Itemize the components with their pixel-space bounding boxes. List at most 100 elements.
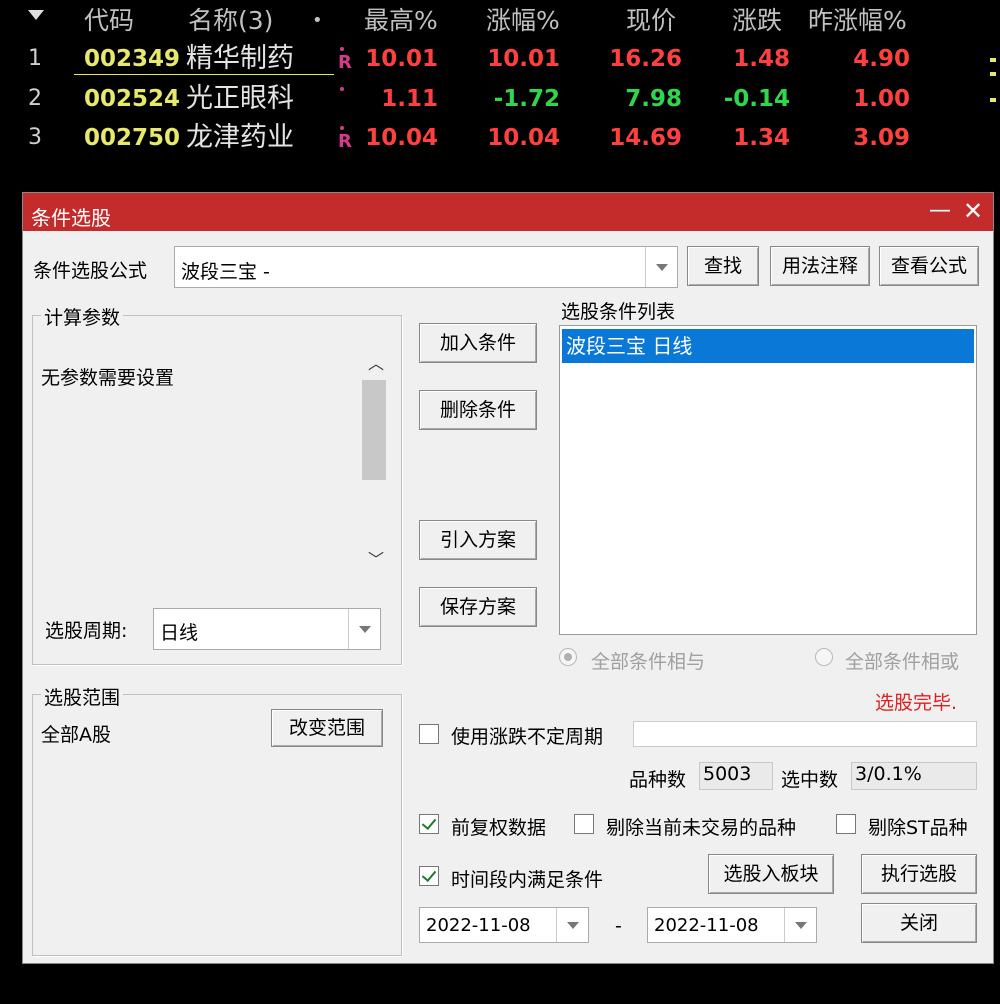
price: 16.26: [609, 46, 682, 72]
chevron-down-icon[interactable]: [348, 609, 380, 649]
scope-value: 全部A股: [41, 724, 111, 746]
date-to-value: 2022-11-08: [654, 915, 759, 936]
exclude-st-label: 剔除ST品种: [868, 817, 968, 839]
forward-adjust-checkbox[interactable]: [419, 814, 439, 834]
execute-button[interactable]: 执行选股: [861, 854, 977, 894]
scope-group-title: 选股范围: [41, 683, 124, 710]
date-from-picker[interactable]: 2022-11-08: [419, 907, 589, 943]
count-label: 品种数: [629, 769, 687, 791]
mark-dot-icon: [340, 126, 344, 130]
row-edge-marker: [990, 98, 996, 102]
variable-period-input[interactable]: [633, 721, 977, 747]
high-pct: 10.04: [365, 125, 438, 151]
col-header-dot: •: [312, 10, 323, 31]
radio-all-or-label: 全部条件相或: [845, 651, 960, 673]
col-header-prev-change-pct[interactable]: 昨涨幅%: [808, 8, 907, 33]
dialog-titlebar[interactable]: 条件选股 — ✕: [23, 193, 993, 231]
col-header-name[interactable]: 名称(3): [188, 8, 273, 33]
chevron-down-icon[interactable]: ﹀: [368, 546, 384, 570]
add-condition-button[interactable]: 加入条件: [419, 323, 537, 363]
row-edge-marker: [990, 72, 996, 76]
exclude-untraded-label: 剔除当前未交易的品种: [606, 817, 797, 839]
delete-condition-button[interactable]: 删除条件: [419, 390, 537, 430]
stock-code: 002750: [84, 125, 181, 151]
dialog-title: 条件选股: [31, 206, 111, 230]
mark-dot-icon: [340, 47, 344, 51]
add-to-block-button[interactable]: 选股入板块: [708, 854, 834, 894]
formula-label: 条件选股公式: [33, 260, 148, 282]
mark-dot-icon: [340, 87, 344, 91]
list-item[interactable]: 波段三宝 日线: [562, 329, 974, 363]
formula-select[interactable]: 波段三宝 -: [174, 246, 678, 288]
exclude-st-checkbox[interactable]: [836, 814, 856, 834]
chevron-down-icon[interactable]: [556, 908, 588, 942]
col-header-price[interactable]: 现价: [626, 8, 676, 33]
view-formula-button[interactable]: 查看公式: [879, 246, 979, 286]
change-scope-button[interactable]: 改变范围: [271, 709, 383, 747]
close-button[interactable]: 关闭: [861, 903, 977, 943]
stock-table: 代码 名称(3) • 最高% 涨幅% 现价 涨跌 昨涨幅% 1 002349 精…: [0, 0, 1000, 160]
period-label: 选股周期:: [45, 620, 128, 642]
forward-adjust-label: 前复权数据: [451, 817, 547, 839]
chevron-up-icon[interactable]: ︿: [368, 350, 384, 374]
chevron-down-icon[interactable]: [784, 908, 816, 942]
import-plan-button[interactable]: 引入方案: [419, 520, 537, 560]
change: 1.48: [733, 46, 790, 72]
stock-name: 龙津药业: [186, 122, 294, 153]
find-button[interactable]: 查找: [687, 246, 759, 286]
exclude-untraded-checkbox[interactable]: [574, 814, 594, 834]
price: 7.98: [625, 86, 682, 112]
r-badge-icon: R: [338, 131, 352, 152]
time-range-label: 时间段内满足条件: [451, 869, 604, 891]
col-header-change[interactable]: 涨跌: [732, 8, 782, 33]
radio-all-and[interactable]: [559, 648, 577, 666]
high-pct: 1.11: [381, 86, 438, 112]
minimize-icon[interactable]: —: [927, 197, 953, 225]
condition-stock-picker-dialog: 条件选股 — ✕ 条件选股公式 波段三宝 - 查找 用法注释 查看公式 无参数需…: [22, 192, 994, 964]
price: 14.69: [609, 125, 682, 151]
high-pct: 10.01: [365, 46, 438, 72]
time-range-checkbox[interactable]: [419, 866, 439, 886]
close-icon[interactable]: ✕: [959, 197, 987, 225]
status-text: 选股完毕.: [875, 692, 958, 714]
change: -0.14: [723, 86, 790, 112]
period-select[interactable]: 日线: [153, 608, 381, 650]
params-group: 无参数需要设置 ︿ ﹀ 选股周期: 日线: [32, 315, 402, 665]
change-pct: -1.72: [493, 86, 560, 112]
radio-all-and-label: 全部条件相与: [591, 651, 706, 673]
col-header-change-pct[interactable]: 涨幅%: [486, 8, 560, 33]
prev-change-pct: 1.00: [853, 86, 910, 112]
params-group-title: 计算参数: [41, 303, 124, 330]
col-header-high-pct[interactable]: 最高%: [364, 8, 438, 33]
row-index: 2: [28, 86, 42, 111]
change-pct: 10.04: [487, 125, 560, 151]
radio-all-or[interactable]: [815, 648, 833, 666]
scope-group: 全部A股 改变范围: [32, 694, 402, 956]
r-badge-icon: R: [338, 52, 352, 73]
col-header-code[interactable]: 代码: [84, 8, 134, 33]
period-value: 日线: [160, 622, 199, 644]
use-variable-period-label: 使用涨跌不定周期: [451, 726, 604, 748]
prev-change-pct: 4.90: [853, 46, 910, 72]
scrollbar-thumb[interactable]: [362, 380, 386, 480]
sort-arrow-icon[interactable]: [28, 10, 44, 20]
stock-name: 精华制药: [186, 43, 294, 74]
row-index: 3: [28, 125, 42, 150]
condition-list[interactable]: 波段三宝 日线: [559, 325, 977, 635]
params-text: 无参数需要设置: [41, 367, 175, 389]
usage-notes-button[interactable]: 用法注释: [770, 246, 870, 286]
save-plan-button[interactable]: 保存方案: [419, 587, 537, 627]
date-separator: -: [615, 915, 622, 937]
selected-label: 选中数: [781, 769, 839, 791]
params-scrollbar[interactable]: ︿ ﹀: [359, 346, 389, 574]
change-pct: 10.01: [487, 46, 560, 72]
change: 1.34: [733, 125, 790, 151]
stock-name: 光正眼科: [186, 83, 294, 114]
row-selection-line: [74, 74, 334, 75]
use-variable-period-checkbox[interactable]: [419, 724, 439, 744]
stock-code: 002349: [84, 46, 181, 72]
date-to-picker[interactable]: 2022-11-08: [647, 907, 817, 943]
stock-code: 002524: [84, 86, 181, 112]
formula-value: 波段三宝 -: [181, 261, 270, 283]
chevron-down-icon[interactable]: [645, 247, 677, 287]
